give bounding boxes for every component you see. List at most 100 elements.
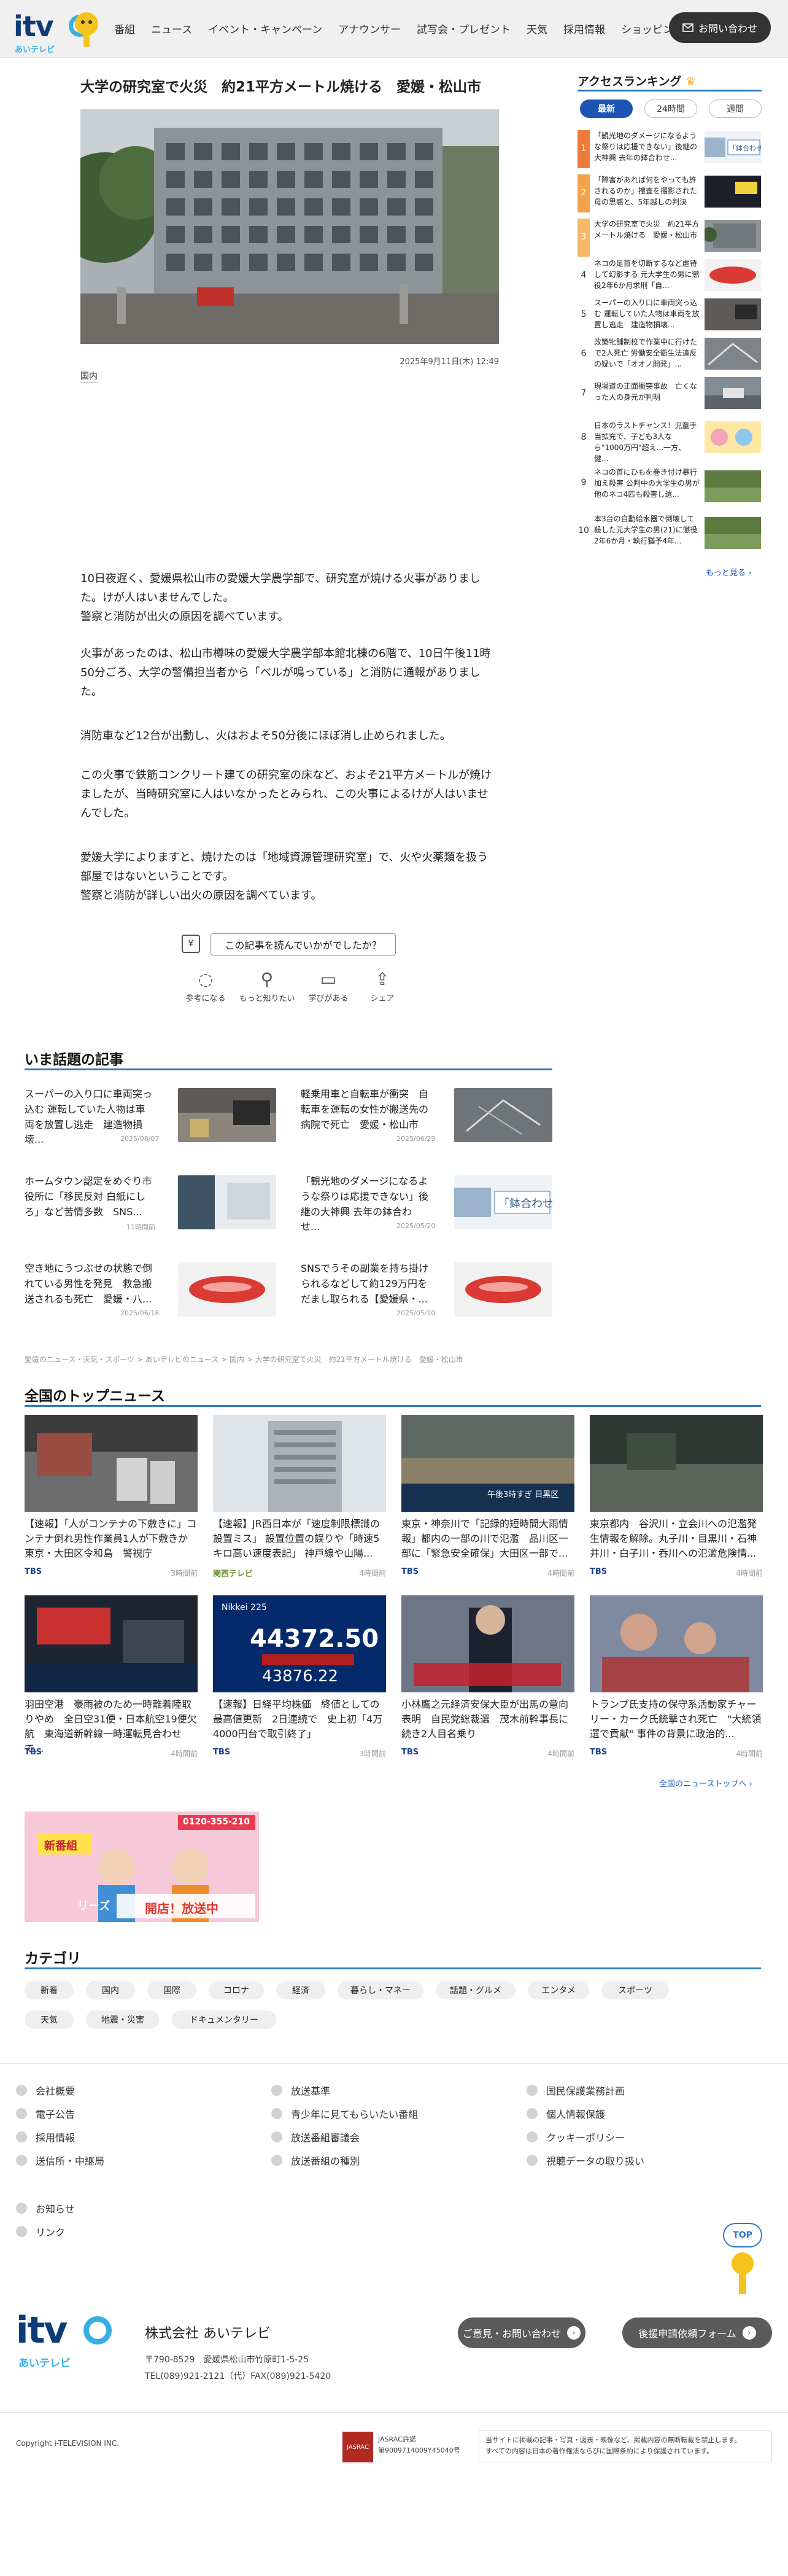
footer-link-youth-programs[interactable]: 青少年に見てもらいたい番組 [271, 2106, 418, 2121]
footer-link-privacy[interactable]: 個人情報保護 [527, 2106, 605, 2121]
category-chip-international[interactable]: 国際 [147, 1981, 196, 1999]
national-item-image[interactable] [590, 1415, 763, 1512]
reaction-useful[interactable]: ◌ 参考になる [172, 967, 239, 1003]
footer-link-transmitters[interactable]: 送信所・中継局 [16, 2153, 104, 2168]
trending-item-title[interactable]: 軽乗用車と自転車が衝突 自転車を運転の女性が搬送先の病院で死亡 愛媛・松山市 [301, 1087, 430, 1132]
ranking-item-image[interactable] [705, 220, 761, 252]
footer-link-broadcast-standards[interactable]: 放送基準 [271, 2083, 330, 2098]
national-item-image[interactable] [401, 1595, 574, 1692]
trending-item-title[interactable]: 空き地にうつぶせの状態で倒れている男性を発見 救急搬送されるも死亡 愛媛・八..… [25, 1261, 153, 1307]
trending-item-title[interactable]: SNSでうその副業を持ち掛けられるなどして約129万円をだまし取られる【愛媛県・… [301, 1261, 430, 1307]
national-item-title[interactable]: 【速報】JR西日本が「速度制限標識の設置ミス」 設置位置の誤りや「時速5キロ高い… [213, 1517, 386, 1561]
ranking-item-text[interactable]: 大学の研究室で火災 約21平方メートル焼ける 愛媛・松山市 [594, 219, 700, 241]
footer-link-links[interactable]: リンク [16, 2224, 65, 2239]
category-chip-gourmet[interactable]: 話題・グルメ [436, 1981, 516, 1999]
nav-presents[interactable]: 試写会・プレゼント [417, 21, 511, 36]
ranking-item-text[interactable]: ネコの足首を切断するなど虐待して幻影する 元大学生の男に懲役2年6か月求刑「自.… [594, 258, 700, 291]
category-chip-new[interactable]: 新着 [25, 1981, 74, 1999]
national-item-image[interactable] [590, 1595, 763, 1692]
footer-link-program-council[interactable]: 放送番組審議会 [271, 2130, 360, 2144]
ranking-item-text[interactable]: 改築牝舗制校で作業中に行けたで2人死亡 労働安全衛生法違反の疑いで「オオノ開発」… [594, 337, 700, 370]
national-item-image[interactable] [25, 1415, 198, 1512]
footer-link-public-notice[interactable]: 電子公告 [16, 2106, 75, 2121]
nav-weather[interactable]: 天気 [527, 21, 547, 36]
footer-link-notices[interactable]: お知らせ [16, 2201, 75, 2216]
article-category-link[interactable]: 国内 [80, 370, 98, 383]
breadcrumb[interactable]: 愛媛のニュース・天気・スポーツ > あいテレビのニュース > 国内 > 大学の研… [25, 1354, 463, 1364]
reaction-know-more[interactable]: ⚲ もっと知りたい [233, 967, 301, 1003]
ranking-item-text[interactable]: 本3台の自動給水器で倒壊して殺した元大学生の男(21)に懲役2年6か月・執行猶予… [594, 513, 700, 547]
national-item-image[interactable] [213, 1415, 386, 1512]
reaction-share[interactable]: ⇪ シェア [349, 967, 416, 1003]
nav-programs[interactable]: 番組 [114, 21, 135, 36]
ranking-item-text[interactable]: スーパーの入り口に車両突っ込む 運転していた人物は車両を放置し逃走 建造物損壊.… [594, 297, 700, 330]
jasrac-logo: JASRAC [342, 2432, 373, 2462]
national-item-title[interactable]: 羽田空港 豪雨被のため一時離着陸取りやめ 全日空31便・日本航空19便欠航 東海… [25, 1697, 198, 1756]
ranking-item-image[interactable] [705, 298, 761, 330]
ranking-item-text[interactable]: 日本のラストチャンス！児童手当拡充で、子ども3人なら"1000万円"超え...一… [594, 420, 700, 464]
footer-link-cookie[interactable]: クッキーポリシー [527, 2130, 625, 2144]
bullet-icon [16, 2155, 27, 2166]
ranking-item-image[interactable] [705, 421, 761, 453]
trending-item-image[interactable]: 「鉢合わせ [454, 1175, 552, 1229]
category-chip-entertainment[interactable]: エンタメ [528, 1981, 589, 1999]
national-item-image[interactable] [25, 1595, 198, 1692]
contact-button[interactable]: お問い合わせ [669, 12, 771, 43]
ranking-tab-latest[interactable]: 最新 [580, 99, 633, 118]
ranking-tab-24h[interactable]: 24時間 [644, 99, 697, 118]
nav-recruit[interactable]: 採用情報 [563, 21, 605, 36]
ranking-item-text[interactable]: 現場道の正面衝突事故 亡くなった人の身元が判明 [594, 381, 700, 403]
nav-news[interactable]: ニュース [151, 21, 192, 36]
sponsor-form-button[interactable]: 後援申請依頼フォーム › [622, 2317, 772, 2348]
trending-item-image[interactable] [178, 1263, 276, 1317]
national-item-image[interactable]: 午後3時すぎ 目黒区 [401, 1415, 574, 1512]
national-item-title[interactable]: 東京都内 谷沢川・立会川への氾濫発生情報を解除。丸子川・目黒川・石神井川・白子川… [590, 1517, 763, 1561]
footer-link-civil-protection[interactable]: 国民保護業務計画 [527, 2083, 625, 2098]
national-item-title[interactable]: 【速報】「人がコンテナの下敷きに」コンテナ倒れ男性作業員1人が下敷きか 東京・大… [25, 1517, 198, 1561]
ranking-item-image[interactable] [705, 259, 761, 291]
national-item-title[interactable]: 東京・神奈川で「記録的短時間大雨情報」都内の一部の川で氾濫 品川区一部に「緊急安… [401, 1517, 574, 1561]
back-to-top-button[interactable]: TOP [723, 2223, 762, 2247]
ranking-item-image[interactable] [705, 517, 761, 549]
ad-banner[interactable]: 0120-355-210 新番組 リーズ 開店！放送中 [25, 1811, 259, 1922]
ranking-more-link[interactable]: もっと見る › [706, 566, 751, 578]
feedback-contact-button[interactable]: ご意見・お問い合わせ › [458, 2317, 585, 2348]
category-chip-disaster[interactable]: 地震・災害 [86, 2010, 160, 2029]
trending-item-image[interactable] [178, 1088, 276, 1142]
national-item-title[interactable]: 小林鷹之元経済安保大臣が出馬の意向表明 自民党総裁選 茂木前幹事長に続き2人目名… [401, 1697, 574, 1741]
category-chip-sports[interactable]: スポーツ [601, 1981, 669, 1999]
footer-link-program-types[interactable]: 放送番組の種別 [271, 2153, 360, 2168]
nav-events[interactable]: イベント・キャンペーン [208, 21, 322, 36]
ranking-item-image[interactable] [705, 338, 761, 370]
ranking-item-image[interactable] [705, 470, 761, 502]
trending-item-image[interactable] [454, 1088, 552, 1142]
company-name: 株式会社 あいテレビ [145, 2326, 271, 2341]
footer-link-viewing-data[interactable]: 視聴データの取り扱い [527, 2153, 644, 2168]
category-chip-weather[interactable]: 天気 [25, 2010, 74, 2029]
ranking-item-text[interactable]: 「障害があれば何をやっても許されるのか」捜査を撮影された母の思惑と、5年越しの判… [594, 174, 700, 208]
ranking-item-text[interactable]: ネコの首にひもを巻き付け暴行加え殺害 公判中の大学生の男が他のネコ4匹も殺害し遺… [594, 467, 700, 500]
category-chip-domestic[interactable]: 国内 [86, 1981, 135, 1999]
itv-logo[interactable]: itv [14, 10, 54, 43]
trending-item-image[interactable] [178, 1175, 276, 1229]
national-item-title[interactable]: 【速報】日経平均株価 終値としての最高値更新 2日連続で 史上初「4万4000円… [213, 1697, 386, 1741]
ranking-item-text[interactable]: 「観光地のダメージになるような祭りは応援できない」後継の大神興 去年の鉢合わせ.… [594, 130, 700, 163]
feedback-button[interactable]: この記事を読んでいかがでしたか？ [211, 933, 396, 955]
footer-logo[interactable]: itv [16, 2309, 68, 2352]
ranking-item-image[interactable] [705, 176, 761, 208]
ranking-item-image[interactable] [705, 377, 761, 409]
footer-link-recruit[interactable]: 採用情報 [16, 2130, 75, 2144]
national-more-link[interactable]: 全国のニューストップへ › [659, 1777, 752, 1789]
trending-item-image[interactable] [454, 1263, 552, 1317]
category-chip-corona[interactable]: コロナ [209, 1981, 264, 1999]
trending-item-title[interactable]: ホームタウン認定をめぐり市役所に「移民反対 白紙にしろ」など苦情多数 SNS..… [25, 1174, 153, 1220]
nav-announcers[interactable]: アナウンサー [338, 21, 401, 36]
category-chip-economy[interactable]: 経済 [276, 1981, 325, 1999]
national-item-image[interactable]: Nikkei 225 44372.50 43876.22 [213, 1595, 386, 1692]
ranking-item-image[interactable]: 「鉢合わせ [705, 131, 761, 163]
category-chip-money[interactable]: 暮らし・マネー [338, 1981, 423, 1999]
national-item-title[interactable]: トランプ氏支持の保守系活動家チャーリー・カーク氏銃撃され死亡 "大統領選で貢献"… [590, 1697, 763, 1741]
category-chip-documentary[interactable]: ドキュメンタリー [172, 2010, 276, 2029]
ranking-tab-weekly[interactable]: 週間 [709, 99, 762, 118]
footer-link-company[interactable]: 会社概要 [16, 2083, 75, 2098]
